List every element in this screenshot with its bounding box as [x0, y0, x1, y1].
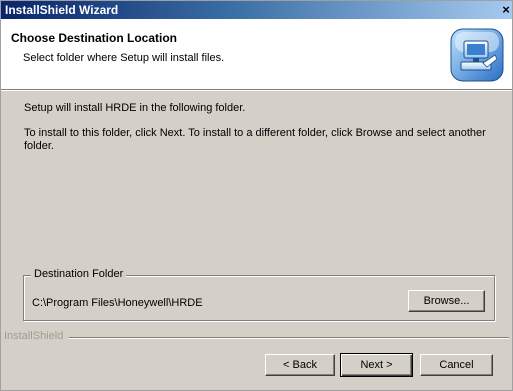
install-instructions-text: To install to this folder, click Next. T…: [24, 127, 486, 152]
browse-button[interactable]: Browse...: [408, 290, 485, 312]
installshield-brand-label: InstallShield: [4, 330, 68, 342]
back-button[interactable]: < Back: [265, 354, 335, 376]
installshield-wizard-window: InstallShield Wizard × Choose Destinatio…: [0, 0, 513, 391]
next-button[interactable]: Next >: [340, 353, 413, 377]
header-divider: [1, 90, 512, 91]
title-bar[interactable]: InstallShield Wizard ×: [1, 1, 512, 19]
close-button[interactable]: ×: [498, 2, 512, 17]
footer-divider: [69, 337, 509, 338]
install-info-text: Setup will install HRDE in the following…: [24, 102, 246, 114]
wizard-header: Choose Destination Location Select folde…: [1, 19, 512, 90]
cancel-button[interactable]: Cancel: [420, 354, 493, 376]
destination-path: C:\Program Files\Honeywell\HRDE: [32, 297, 203, 309]
page-subtitle: Select folder where Setup will install f…: [23, 52, 225, 64]
page-title: Choose Destination Location: [11, 31, 178, 45]
window-title: InstallShield Wizard: [5, 3, 119, 17]
destination-folder-label: Destination Folder: [31, 268, 127, 280]
computer-install-icon: [450, 28, 504, 82]
